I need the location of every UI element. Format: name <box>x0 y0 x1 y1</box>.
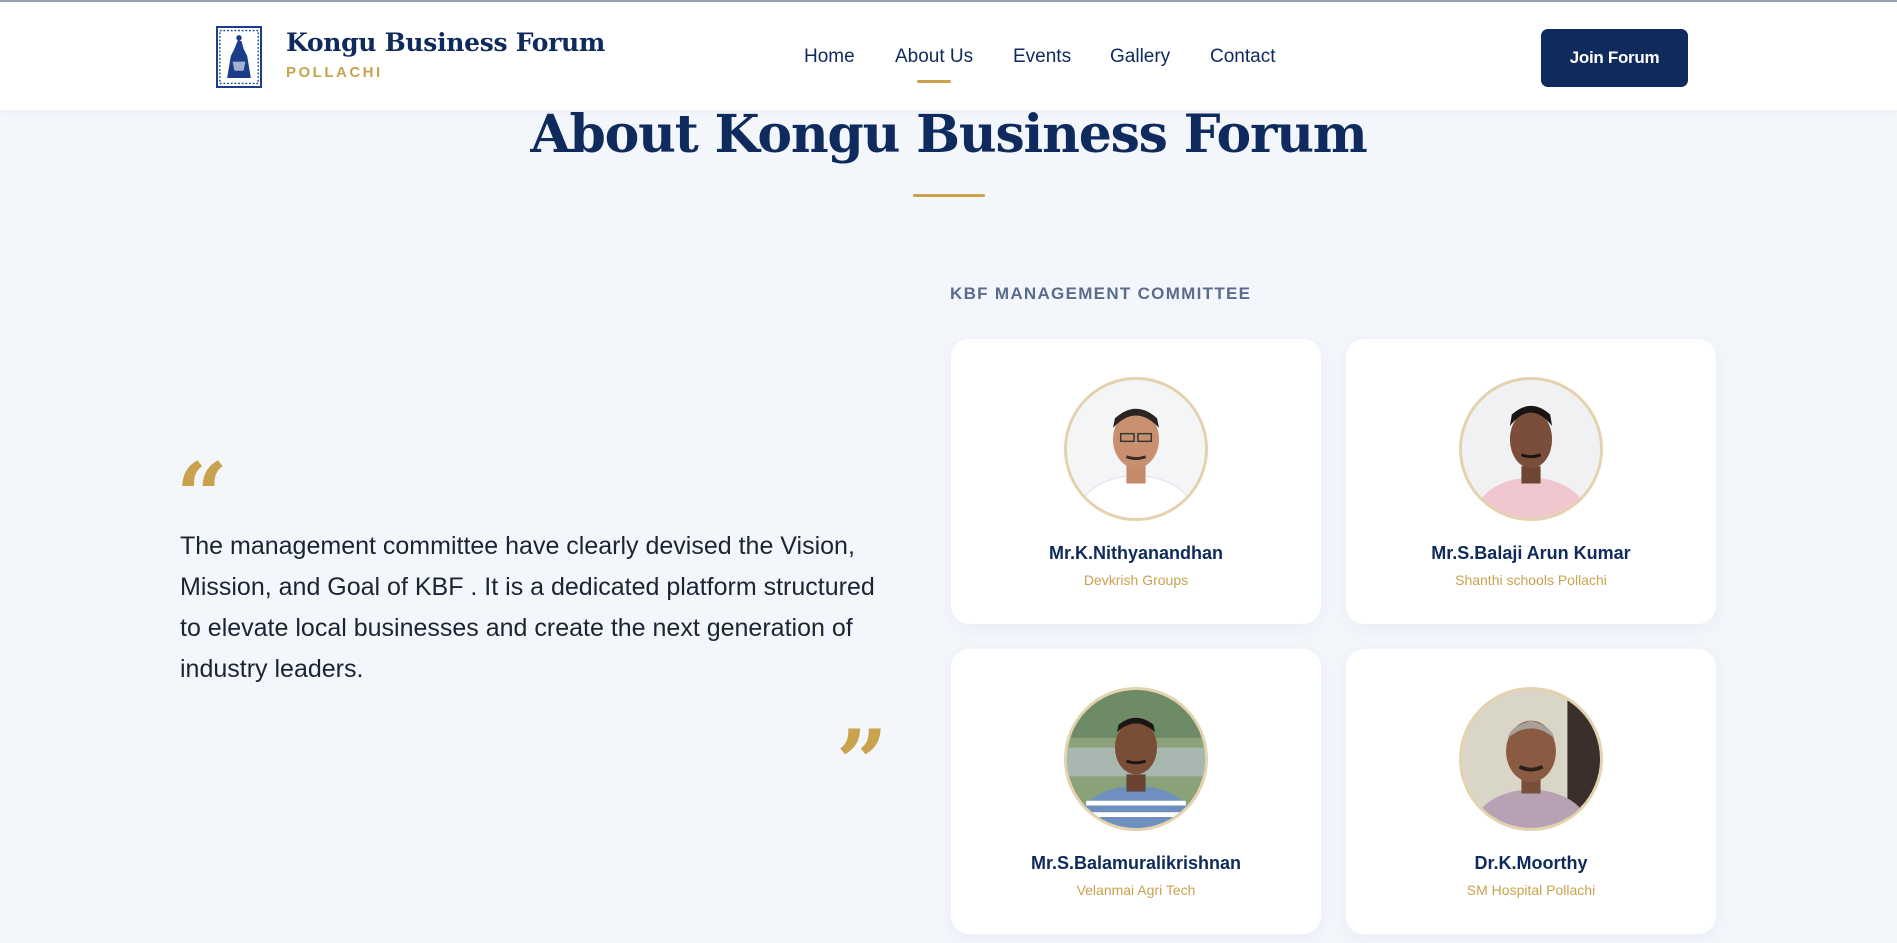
committee-heading: KBF MANAGEMENT COMMITTEE <box>950 284 1252 303</box>
member-avatar <box>1459 377 1603 521</box>
member-name: Mr.K.Nithyanandhan <box>1048 543 1223 563</box>
member-card: Mr.S.Balaji Arun Kumar Shanthi schools P… <box>1346 339 1716 624</box>
member-avatar <box>1459 687 1603 831</box>
member-card: Mr.K.Nithyanandhan Devkrish Groups <box>951 339 1321 624</box>
nav-events[interactable]: Events <box>1013 46 1071 68</box>
nav-about-us[interactable]: About Us <box>895 46 973 83</box>
forum-logo-icon[interactable] <box>216 26 262 88</box>
title-divider <box>913 194 985 197</box>
site-header: Kongu Business Forum POLLACHI Home About… <box>0 2 1897 110</box>
member-organization: Velanmai Agri Tech <box>1076 882 1196 898</box>
join-forum-button[interactable]: Join Forum <box>1541 29 1688 87</box>
mission-quote-text: The management committee have clearly de… <box>180 532 875 683</box>
member-card: Dr.K.Moorthy SM Hospital Pollachi <box>1346 649 1716 934</box>
member-organization: Devkrish Groups <box>1083 572 1189 588</box>
brand-subtitle: POLLACHI <box>286 64 383 81</box>
member-card: Mr.S.Balamuralikrishnan Velanmai Agri Te… <box>951 649 1321 934</box>
member-avatar <box>1064 377 1208 521</box>
member-name: Mr.S.Balamuralikrishnan <box>1030 853 1242 873</box>
member-organization: SM Hospital Pollachi <box>1466 882 1596 898</box>
close-quote-icon: ” <box>836 710 888 816</box>
brand-name[interactable]: Kongu Business Forum <box>286 28 605 57</box>
nav-contact[interactable]: Contact <box>1210 46 1275 68</box>
nav-home[interactable]: Home <box>804 46 855 68</box>
nav-gallery[interactable]: Gallery <box>1110 46 1170 68</box>
page-title: About Kongu Business Forum <box>530 104 1367 165</box>
member-name: Dr.K.Moorthy <box>1474 853 1588 873</box>
member-name: Mr.S.Balaji Arun Kumar <box>1431 543 1631 563</box>
member-organization: Shanthi schools Pollachi <box>1455 572 1607 588</box>
member-avatar <box>1064 687 1208 831</box>
